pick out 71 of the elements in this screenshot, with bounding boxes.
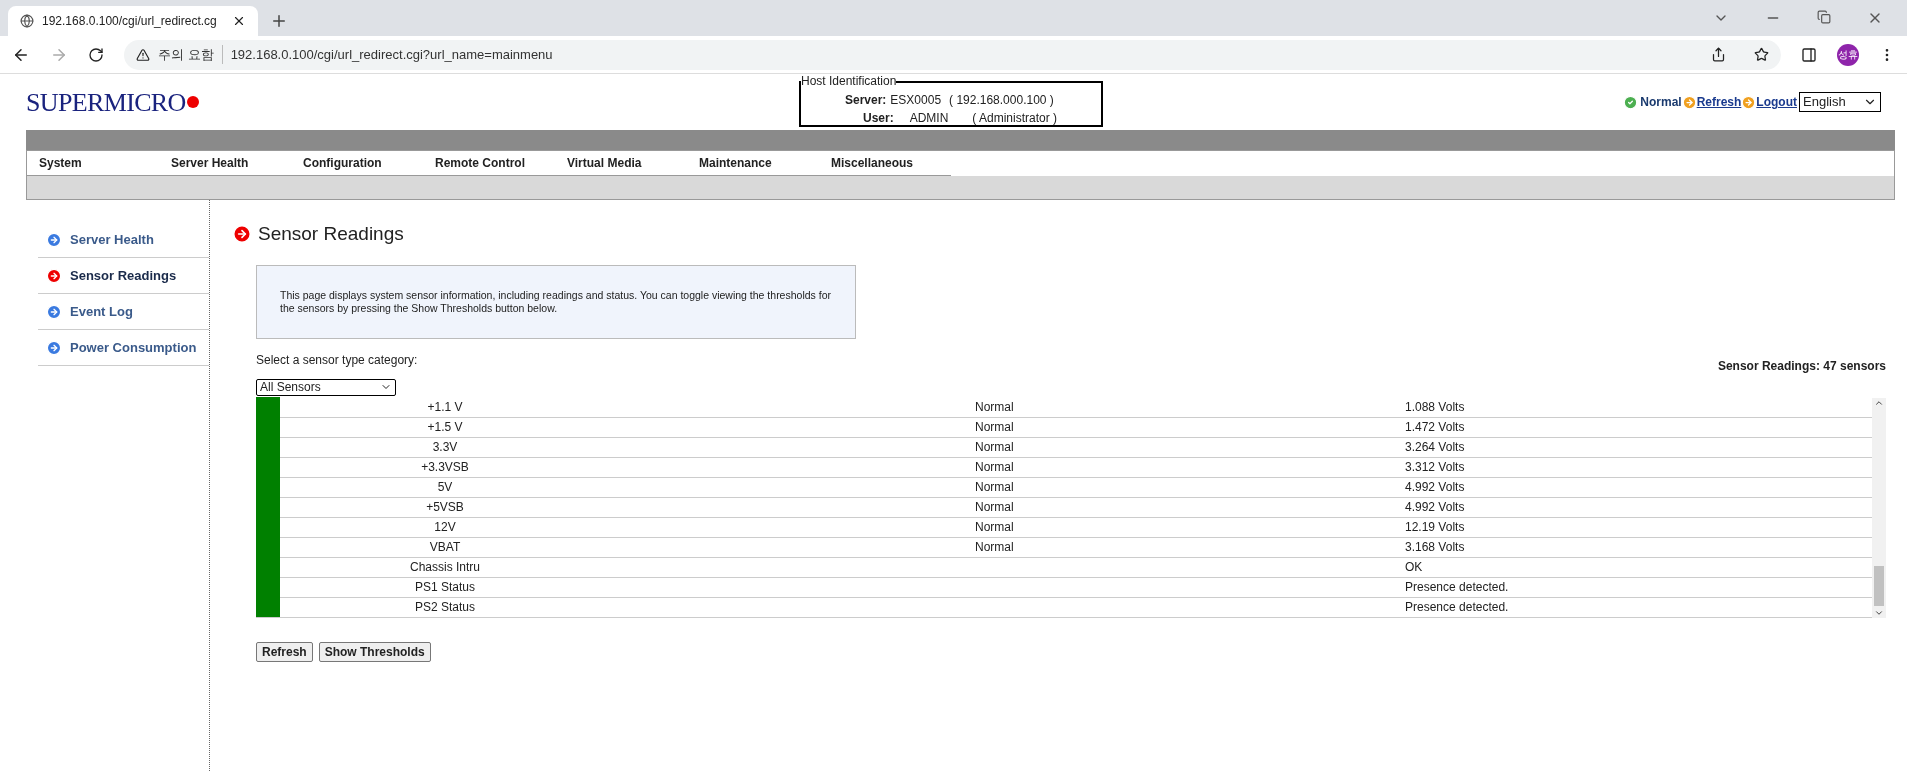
field-label: User: <box>863 110 894 127</box>
sensor-reading: 4.992 Volts <box>1405 499 1465 516</box>
sensor-name: +3.3VSB <box>420 459 470 476</box>
share-icon[interactable] <box>1711 47 1726 62</box>
close-icon[interactable] <box>232 14 246 28</box>
reload-icon[interactable] <box>88 46 104 63</box>
sensor-name: 12V <box>433 519 457 536</box>
sensor-reading: OK <box>1405 559 1423 576</box>
user-name: ADMIN <box>909 110 949 127</box>
description-text: This page displays system sensor information, including readings and status. You can toggle viewing the thresholds for the sensors by pressing the Show Thresholds button below. <box>280 288 832 315</box>
address-bar[interactable]: 주의 요함 192.168.0.100/cgi/url_redirect.cgi?url_name=mainmenu <box>124 39 1781 70</box>
globe-icon <box>20 14 34 28</box>
scrollbar-thumb[interactable] <box>1874 565 1884 606</box>
sensor-status: Normal <box>975 419 1015 436</box>
logo: SUPERMICRO <box>26 86 186 119</box>
category-select[interactable]: All Sensors <box>256 378 396 396</box>
page-title: Sensor Readings <box>258 222 404 246</box>
server-ip: ( 192.168.000.100 ) <box>949 92 1054 109</box>
sidebar-item[interactable]: Event Log <box>38 294 209 330</box>
sidebar-item[interactable]: Sensor Readings <box>38 258 209 294</box>
sensor-name: Chassis Intru <box>409 559 481 576</box>
user-role: ( Administrator ) <box>972 110 1058 127</box>
sensor-reading: 3.264 Volts <box>1405 439 1465 456</box>
sensor-name: VBAT <box>428 539 462 556</box>
browser-tab[interactable]: 192.168.0.100/cgi/url_redirect.cg <box>8 6 258 36</box>
star-icon[interactable] <box>1754 47 1769 62</box>
logout-link[interactable]: Logout <box>1756 93 1797 111</box>
sensor-status: Normal <box>975 459 1015 476</box>
security-label: 주의 요함 <box>158 45 214 64</box>
sensor-name: 5V <box>436 479 454 496</box>
url-text: 192.168.0.100/cgi/url_redirect.cgi?url_name=mainmenu <box>221 44 553 65</box>
sensor-status: Normal <box>975 519 1015 536</box>
sensor-name: PS1 Status <box>413 579 476 596</box>
sensor-reading: 3.168 Volts <box>1405 539 1465 556</box>
sensor-status: Normal <box>975 539 1015 556</box>
profile-avatar[interactable]: 성휴 <box>1837 43 1859 66</box>
sensor-name: +1.5 V <box>426 419 464 436</box>
action-button[interactable]: Show Thresholds <box>318 641 431 662</box>
category-label: Select a sensor type category: <box>256 351 418 369</box>
sensor-reading: 4.992 Volts <box>1405 479 1465 496</box>
field-label: Server: <box>845 92 887 109</box>
new-tab-icon[interactable] <box>270 12 288 30</box>
sensor-reading: Presence detected. <box>1405 599 1509 616</box>
sensor-name: PS2 Status <box>413 599 476 616</box>
scrollbar[interactable] <box>1872 397 1886 618</box>
tab-title: 192.168.0.100/cgi/url_redirect.cg <box>42 13 218 30</box>
sensor-status: Normal <box>975 479 1015 496</box>
sensor-count: Sensor Readings: 47 sensors <box>1717 357 1886 375</box>
sensor-name: +5VSB <box>425 499 465 516</box>
warning-icon <box>136 47 150 62</box>
side-panel-icon[interactable] <box>1801 46 1817 63</box>
status-text: Normal <box>1640 94 1682 111</box>
check-icon <box>1623 94 1639 110</box>
sensor-name: +1.1 V <box>426 399 464 416</box>
sensor-reading: 1.472 Volts <box>1405 419 1465 436</box>
sensor-reading: 3.312 Volts <box>1405 459 1465 476</box>
sensor-reading: 12.19 Volts <box>1405 519 1465 536</box>
refresh-link[interactable]: Refresh <box>1696 93 1742 111</box>
legend-text: Host Identification <box>801 74 897 88</box>
server-name: ESX0005 <box>890 92 942 109</box>
sensor-reading: 1.088 Volts <box>1405 399 1465 416</box>
sidebar-item[interactable]: Power Consumption <box>38 330 209 366</box>
sensor-reading: Presence detected. <box>1405 579 1509 596</box>
sensor-name: 3.3V <box>431 439 459 456</box>
sensor-status: Normal <box>975 439 1015 456</box>
sensor-status: Normal <box>975 499 1015 516</box>
restore-icon[interactable] <box>1817 10 1831 24</box>
sensor-status: Normal <box>975 399 1015 416</box>
language-select[interactable]: English <box>1799 92 1881 112</box>
sidebar-item[interactable]: Server Health <box>38 222 209 258</box>
action-button[interactable]: Refresh <box>256 641 313 662</box>
